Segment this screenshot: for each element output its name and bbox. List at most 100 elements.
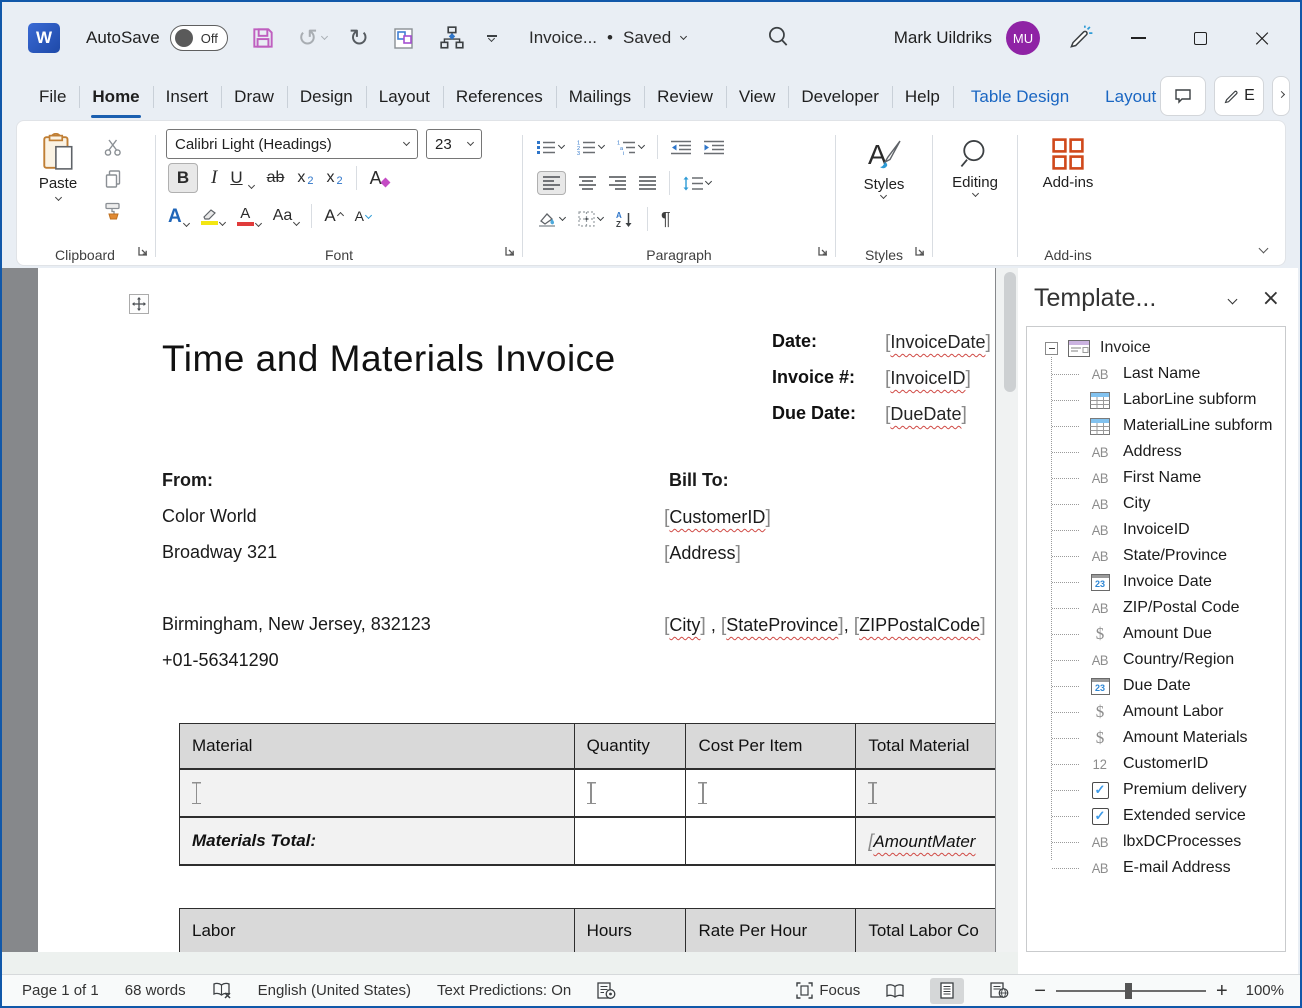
bullets-button[interactable] [537, 140, 564, 155]
decrease-indent-button[interactable] [671, 140, 691, 155]
data-visualizer-button[interactable] [391, 25, 417, 51]
ribbon-tab-help[interactable]: Help [892, 74, 953, 120]
ribbon-tab-developer[interactable]: Developer [788, 74, 892, 120]
tree-item-state-province[interactable]: ABState/Province [1035, 543, 1285, 569]
show-marks-button[interactable]: ¶ [661, 209, 671, 230]
labor-header-total-labor-co[interactable]: Total Labor Co [856, 909, 995, 952]
zoom-slider-track[interactable] [1056, 990, 1206, 992]
city-content-control[interactable]: [City] [664, 615, 706, 635]
user-name[interactable]: Mark Uildriks [894, 28, 992, 48]
text-effects-button[interactable]: A [168, 207, 189, 226]
font-name-combo[interactable]: Calibri Light (Headings) [166, 129, 418, 159]
font-dialog-launcher[interactable] [504, 244, 516, 262]
coming-soon-button[interactable] [1066, 24, 1094, 52]
ribbon-more-button[interactable] [1272, 76, 1290, 116]
avatar[interactable]: MU [1006, 21, 1040, 55]
due-date-content-control[interactable]: [DueDate] [885, 403, 967, 426]
font-color-button[interactable]: A [237, 206, 261, 226]
justify-button[interactable] [639, 176, 656, 190]
document-page[interactable]: Time and Materials Invoice Date: [Invoic… [38, 268, 995, 952]
strikethrough-button[interactable]: ab [267, 169, 285, 187]
ribbon-tab-view[interactable]: View [726, 74, 789, 120]
document-horizontal-scrollbar[interactable] [2, 952, 1024, 974]
underline-button[interactable]: U [230, 168, 253, 188]
tree-item-lbxdcprocesses[interactable]: ABlbxDCProcesses [1035, 829, 1285, 855]
addins-button[interactable]: Add-ins [1043, 131, 1094, 191]
grow-font-button[interactable]: A [324, 206, 342, 226]
materials-table[interactable]: MaterialQuantityCost Per ItemTotal Mater… [179, 723, 995, 866]
text-predictions-indicator[interactable]: Text Predictions: On [437, 982, 571, 999]
close-button[interactable]: × [1238, 18, 1286, 58]
zip-content-control[interactable]: [ZIPPostalCode] [854, 615, 986, 635]
zoom-level[interactable]: 100% [1246, 982, 1284, 999]
font-size-combo[interactable]: 23 [426, 129, 482, 159]
multilevel-list-button[interactable]: 1ai [617, 140, 644, 155]
tree-item-amount-due[interactable]: $Amount Due [1035, 621, 1285, 647]
tree-item-address[interactable]: ABAddress [1035, 439, 1285, 465]
collapse-ribbon-button[interactable] [1260, 239, 1267, 257]
total-material-cell[interactable] [856, 770, 995, 816]
materials-header-total-material[interactable]: Total Material [856, 724, 995, 768]
materials-header-quantity[interactable]: Quantity [575, 724, 687, 768]
subscript-button[interactable]: x2 [297, 169, 313, 187]
zoom-in-button[interactable]: + [1216, 981, 1228, 1001]
increase-indent-button[interactable] [704, 140, 724, 155]
labor-header-labor[interactable]: Labor [180, 909, 575, 952]
undo-button[interactable]: ↺ [298, 24, 327, 52]
search-button[interactable] [765, 24, 791, 55]
sort-button[interactable]: A Z [616, 211, 634, 228]
line-spacing-button[interactable] [683, 176, 711, 191]
paragraph-dialog-launcher[interactable] [817, 244, 829, 262]
editing-mode-button[interactable]: E [1214, 76, 1264, 116]
tree-item-due-date[interactable]: 23Due Date [1035, 673, 1285, 699]
collapse-node-icon[interactable] [1045, 342, 1058, 355]
editor-button[interactable] [597, 982, 616, 1000]
styles-dialog-launcher[interactable] [914, 244, 926, 262]
quick-access-toolbar-menu[interactable] [487, 35, 497, 41]
numbering-button[interactable]: 123 [577, 140, 604, 155]
tree-root-invoice[interactable]: Invoice [1035, 335, 1285, 361]
align-right-button[interactable] [609, 176, 626, 190]
paste-button[interactable]: Paste [27, 129, 89, 221]
proofing-button[interactable] [212, 982, 232, 1000]
amount-materials-cell[interactable]: [AmountMater [856, 818, 995, 864]
copy-button[interactable] [103, 169, 123, 189]
ribbon-tab-home[interactable]: Home [79, 74, 152, 120]
superscript-button[interactable]: x2 [327, 169, 343, 187]
materials-header-material[interactable]: Material [180, 724, 575, 768]
format-painter-button[interactable] [103, 201, 123, 221]
empty-cell[interactable] [686, 818, 856, 864]
tree-item-laborline-subform[interactable]: LaborLine subform [1035, 387, 1285, 413]
tree-item-last-name[interactable]: ABLast Name [1035, 361, 1285, 387]
change-case-button[interactable]: Aa [273, 207, 300, 225]
highlight-button[interactable] [201, 207, 225, 225]
materials-header-cost-per-item[interactable]: Cost Per Item [686, 724, 856, 768]
ribbon-tab-review[interactable]: Review [644, 74, 726, 120]
materials-total-label-cell[interactable]: Materials Total: [180, 818, 575, 864]
shading-button[interactable] [537, 211, 565, 227]
web-layout-button[interactable] [982, 978, 1016, 1004]
tree-item-zip-postal-code[interactable]: ABZIP/Postal Code [1035, 595, 1285, 621]
labor-table[interactable]: LaborHoursRate Per HourTotal Labor Co [179, 908, 995, 952]
address-content-control[interactable]: [Address] [664, 542, 741, 565]
ribbon-tab-draw[interactable]: Draw [221, 74, 287, 120]
invoice-date-content-control[interactable]: [InvoiceDate] [885, 331, 991, 354]
save-button[interactable] [250, 25, 276, 51]
redo-button[interactable]: ↻ [349, 24, 369, 52]
document-title-group[interactable]: Invoice... • Saved [529, 2, 686, 74]
page-indicator[interactable]: Page 1 of 1 [22, 982, 99, 999]
labor-header-hours[interactable]: Hours [575, 909, 687, 952]
tree-item-amount-materials[interactable]: $Amount Materials [1035, 725, 1285, 751]
tree-item-city[interactable]: ABCity [1035, 491, 1285, 517]
ribbon-tab-references[interactable]: References [443, 74, 556, 120]
tree-item-invoiceid[interactable]: ABInvoiceID [1035, 517, 1285, 543]
language-indicator[interactable]: English (United States) [258, 982, 411, 999]
minimize-button[interactable] [1114, 18, 1162, 58]
customer-id-content-control[interactable]: [CustomerID] [664, 506, 771, 529]
tree-item-extended-service[interactable]: ✓Extended service [1035, 803, 1285, 829]
quantity-cell[interactable] [575, 770, 687, 816]
word-count[interactable]: 68 words [125, 982, 186, 999]
comments-button[interactable] [1160, 76, 1206, 116]
editing-button[interactable]: Editing [952, 131, 998, 196]
scrollbar-thumb[interactable] [1004, 272, 1016, 392]
